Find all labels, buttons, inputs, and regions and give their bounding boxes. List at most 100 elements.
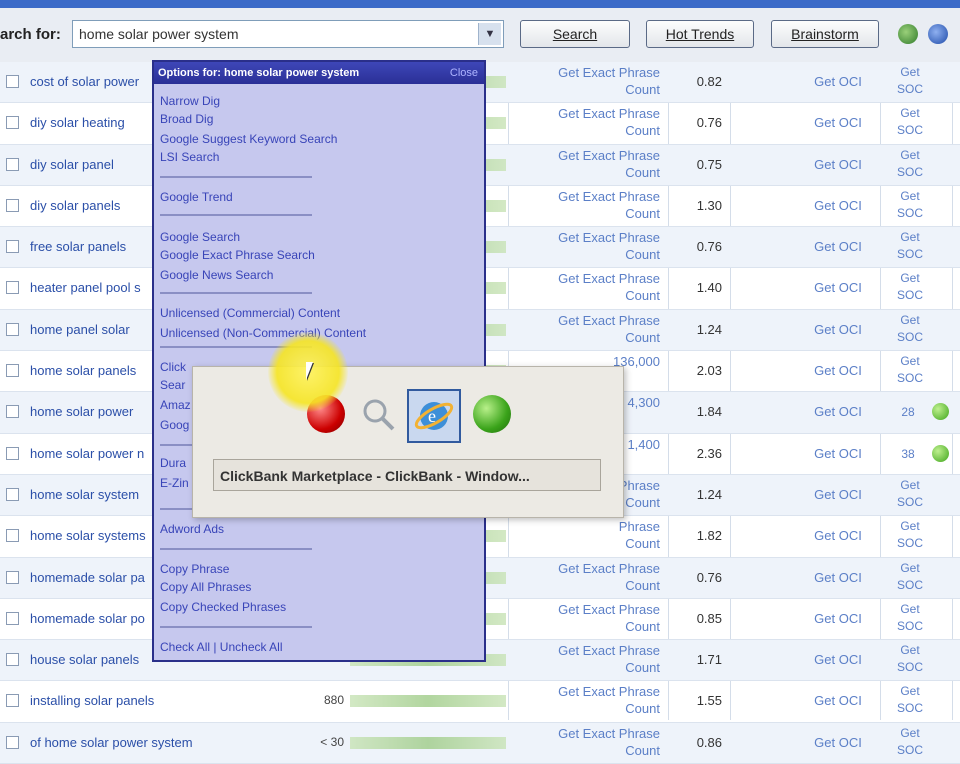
get-oci-link[interactable]: Get OCI xyxy=(808,735,868,750)
row-checkbox[interactable] xyxy=(6,653,19,667)
row-checkbox[interactable] xyxy=(6,529,19,543)
hot-trends-button[interactable]: Hot Trends xyxy=(646,20,754,48)
menu-item[interactable]: Google News Search xyxy=(160,268,273,282)
get-oci-link[interactable]: Get OCI xyxy=(808,198,868,213)
get-soc-link[interactable]: Get SOC xyxy=(888,725,932,759)
menu-item[interactable]: Narrow Dig xyxy=(160,94,220,108)
get-oci-link[interactable]: Get OCI xyxy=(808,446,868,461)
menu-item[interactable]: Sear xyxy=(160,378,185,392)
keyword-link[interactable]: diy solar panels xyxy=(30,198,120,213)
search-input[interactable] xyxy=(73,21,485,47)
menu-item[interactable]: Check All | Uncheck All xyxy=(160,640,283,654)
get-oci-link[interactable]: Get OCI xyxy=(808,570,868,585)
green-ball-icon[interactable] xyxy=(473,395,511,433)
row-checkbox[interactable] xyxy=(6,694,19,708)
menu-item[interactable]: E-Zin xyxy=(160,476,189,490)
keyword-link[interactable]: home solar panels xyxy=(30,363,136,378)
keyword-link[interactable]: cost of solar power xyxy=(30,74,139,89)
exact-phrase-link[interactable]: Get Exact Phrase Count xyxy=(546,725,660,759)
magnifier-icon[interactable] xyxy=(359,395,397,433)
get-soc-link[interactable]: Get SOC xyxy=(888,642,932,676)
get-soc-link[interactable]: Get SOC xyxy=(888,147,932,181)
menu-item[interactable]: Unlicensed (Commercial) Content xyxy=(160,306,340,320)
get-soc-link[interactable]: Get SOC xyxy=(888,229,932,263)
get-oci-link[interactable]: Get OCI xyxy=(808,693,868,708)
search-combobox[interactable]: ▼ xyxy=(72,20,504,48)
options-menu-close[interactable]: Close xyxy=(450,62,478,84)
exact-phrase-link[interactable]: Get Exact Phrase Count xyxy=(546,229,660,263)
brainstorm-button[interactable]: Brainstorm xyxy=(771,20,879,48)
menu-item[interactable]: Google Trend xyxy=(160,190,233,204)
get-soc-link[interactable]: Get SOC xyxy=(888,105,932,139)
keyword-link[interactable]: of home solar power system xyxy=(30,735,193,750)
keyword-link[interactable]: home solar power n xyxy=(30,446,144,461)
get-oci-link[interactable]: Get OCI xyxy=(808,652,868,667)
get-oci-link[interactable]: Get OCI xyxy=(808,528,868,543)
get-oci-link[interactable]: Get OCI xyxy=(808,115,868,130)
row-checkbox[interactable] xyxy=(6,116,19,130)
internet-explorer-icon[interactable]: e xyxy=(407,389,461,443)
row-checkbox[interactable] xyxy=(6,487,19,501)
get-oci-link[interactable]: Get OCI xyxy=(808,239,868,254)
exact-phrase-link[interactable]: Get Exact Phrase Count xyxy=(546,64,660,98)
get-soc-link[interactable]: Get SOC xyxy=(888,560,932,594)
menu-item[interactable]: Google Exact Phrase Search xyxy=(160,248,315,262)
row-checkbox[interactable] xyxy=(6,446,19,460)
row-checkbox[interactable] xyxy=(6,570,19,584)
menu-item[interactable]: Broad Dig xyxy=(160,112,213,126)
row-checkbox[interactable] xyxy=(6,611,19,625)
keyword-link[interactable]: house solar panels xyxy=(30,652,139,667)
get-soc-link[interactable]: Get SOC xyxy=(888,683,932,717)
search-button[interactable]: Search xyxy=(520,20,630,48)
exact-phrase-link[interactable]: Get Exact Phrase Count xyxy=(546,601,660,635)
get-soc-link[interactable]: Get SOC xyxy=(888,270,932,304)
get-soc-link[interactable]: Get SOC xyxy=(888,312,932,346)
keyword-link[interactable]: home solar systems xyxy=(30,528,146,543)
get-oci-link[interactable]: Get OCI xyxy=(808,74,868,89)
exact-phrase-link[interactable]: Get Exact Phrase Count xyxy=(546,312,660,346)
menu-item[interactable]: Copy All Phrases xyxy=(160,580,251,594)
get-soc-link[interactable]: Get SOC xyxy=(888,353,932,387)
exact-phrase-link[interactable]: Get Exact Phrase Count xyxy=(546,642,660,676)
keyword-link[interactable]: home solar power xyxy=(30,404,133,419)
globe-icon[interactable] xyxy=(898,24,918,44)
menu-item[interactable]: Dura xyxy=(160,456,186,470)
menu-item[interactable]: LSI Search xyxy=(160,150,219,164)
get-oci-link[interactable]: Get OCI xyxy=(808,157,868,172)
get-oci-link[interactable]: Get OCI xyxy=(808,322,868,337)
exact-phrase-link[interactable]: Get Exact Phrase Count xyxy=(546,560,660,594)
get-soc-link[interactable]: Get SOC xyxy=(888,518,932,552)
get-oci-link[interactable]: Get OCI xyxy=(808,363,868,378)
menu-item[interactable]: Goog xyxy=(160,418,189,432)
menu-item[interactable]: Click xyxy=(160,360,186,374)
keyword-link[interactable]: diy solar heating xyxy=(30,115,125,130)
row-checkbox[interactable] xyxy=(6,240,19,254)
row-checkbox[interactable] xyxy=(6,405,19,419)
menu-item[interactable]: Adword Ads xyxy=(160,522,224,536)
get-soc-link[interactable]: Get SOC xyxy=(888,64,932,98)
menu-item[interactable]: Copy Checked Phrases xyxy=(160,600,286,614)
row-checkbox[interactable] xyxy=(6,322,19,336)
row-checkbox[interactable] xyxy=(6,198,19,212)
exact-phrase-link[interactable]: Get Exact Phrase Count xyxy=(546,683,660,717)
row-checkbox[interactable] xyxy=(6,735,19,749)
exact-phrase-link[interactable]: Phrase Count xyxy=(546,518,660,552)
get-oci-link[interactable]: Get OCI xyxy=(808,487,868,502)
exact-phrase-link[interactable]: Get Exact Phrase Count xyxy=(546,147,660,181)
get-oci-link[interactable]: Get OCI xyxy=(808,404,868,419)
row-checkbox[interactable] xyxy=(6,281,19,295)
menu-item[interactable]: Unlicensed (Non-Commercial) Content xyxy=(160,326,366,340)
get-soc-link[interactable]: Get SOC xyxy=(888,601,932,635)
keyword-link[interactable]: home panel solar xyxy=(30,322,130,337)
get-soc-link[interactable]: Get SOC xyxy=(888,188,932,222)
help-icon[interactable] xyxy=(928,24,948,44)
exact-phrase-link[interactable]: Get Exact Phrase Count xyxy=(546,188,660,222)
exact-phrase-link[interactable]: Get Exact Phrase Count xyxy=(546,270,660,304)
menu-item[interactable]: Google Suggest Keyword Search xyxy=(160,132,337,146)
get-oci-link[interactable]: Get OCI xyxy=(808,611,868,626)
keyword-link[interactable]: diy solar panel xyxy=(30,157,114,172)
get-soc-link[interactable]: Get SOC xyxy=(888,477,932,511)
keyword-link[interactable]: installing solar panels xyxy=(30,693,154,708)
menu-item[interactable]: Copy Phrase xyxy=(160,562,229,576)
keyword-link[interactable]: free solar panels xyxy=(30,239,126,254)
